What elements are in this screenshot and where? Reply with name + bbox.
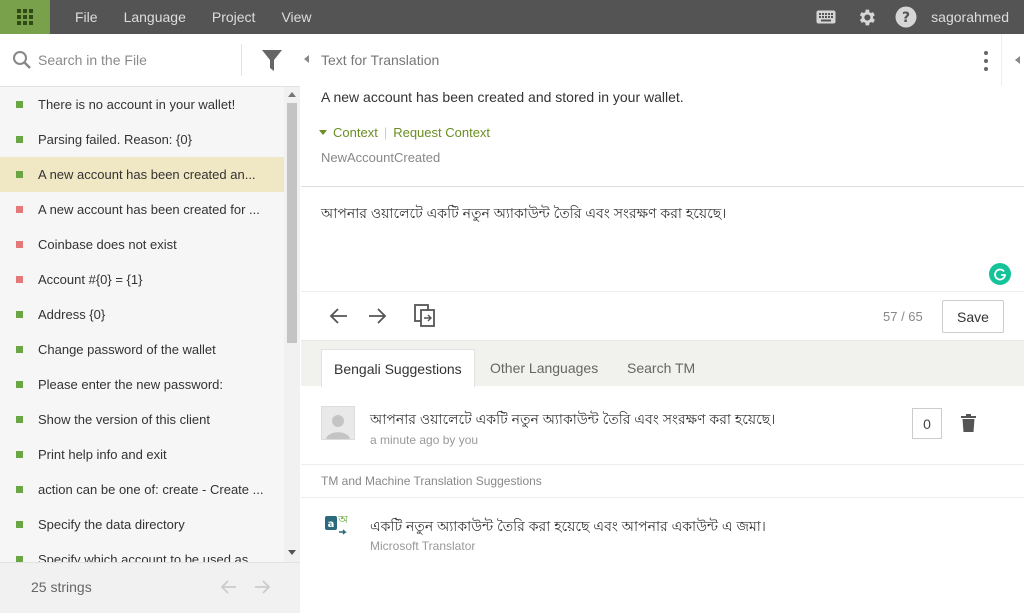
translate-icon: aঅ [325, 512, 351, 541]
editor-toolbar: 57 / 65 Save [301, 292, 1024, 340]
next-string-icon[interactable] [365, 304, 389, 328]
translation-panel: Text for Translation A new account has b… [301, 34, 1024, 613]
status-translated [16, 136, 23, 143]
mt-divider [301, 497, 1024, 498]
help-icon[interactable]: ? [895, 6, 917, 28]
list-item[interactable]: Account #{0} = {1} [0, 262, 284, 297]
list-item[interactable]: Address {0} [0, 297, 284, 332]
collapse-left-icon[interactable] [304, 55, 309, 63]
list-item[interactable]: Specify which account to be used as [0, 542, 284, 562]
editor-header: Text for Translation [301, 34, 1024, 86]
grammarly-icon[interactable] [989, 263, 1011, 285]
translation-text[interactable]: আপনার ওয়ালেটে একটি নতুন অ্যাকাউন্ট তৈরি… [321, 202, 726, 226]
tab-other-languages[interactable]: Other Languages [478, 349, 610, 387]
username[interactable]: sagorahmed [931, 9, 1009, 25]
trash-icon[interactable] [961, 414, 976, 435]
svg-text:a: a [328, 519, 335, 530]
mt-source: Microsoft Translator [370, 539, 476, 553]
status-translated [16, 521, 23, 528]
context-key: NewAccountCreated [321, 150, 441, 165]
menu-language[interactable]: Language [124, 9, 186, 25]
list-item[interactable]: Change password of the wallet [0, 332, 284, 367]
list-item[interactable]: Show the version of this client [0, 402, 284, 437]
save-button[interactable]: Save [942, 300, 1004, 333]
strings-panel: There is no account in your wallet! Pars… [0, 34, 300, 613]
apps-menu-button[interactable] [0, 0, 50, 34]
context-row: Context | Request Context [319, 125, 490, 140]
strings-footer: 25 strings [0, 562, 300, 613]
list-item[interactable]: Parsing failed. Reason: {0} [0, 122, 284, 157]
list-item[interactable]: action can be one of: create - Create ..… [0, 472, 284, 507]
menu-project[interactable]: Project [212, 9, 256, 25]
status-untranslated [16, 241, 23, 248]
status-untranslated [16, 206, 23, 213]
list-item-selected[interactable]: A new account has been created an... [0, 157, 284, 192]
request-context-link[interactable]: Request Context [393, 125, 490, 140]
tab-search-tm[interactable]: Search TM [615, 349, 707, 387]
svg-text:অ: অ [337, 513, 348, 526]
source-text: A new account has been created and store… [321, 89, 684, 105]
suggestion-meta: a minute ago by you [370, 433, 479, 447]
strings-count: 25 strings [31, 579, 92, 595]
suggestion-item: আপনার ওয়ালেটে একটি নতুন অ্যাকাউন্ট তৈরি… [301, 386, 1024, 465]
status-translated [16, 486, 23, 493]
status-translated [16, 416, 23, 423]
list-item[interactable]: Coinbase does not exist [0, 227, 284, 262]
keyboard-icon[interactable] [815, 6, 837, 28]
list-item[interactable]: Please enter the new password: [0, 367, 284, 402]
top-right-actions: ? sagorahmed [797, 0, 1009, 34]
menu-view[interactable]: View [281, 9, 311, 25]
scroll-up-arrow-icon[interactable] [288, 92, 296, 97]
tab-bengali-suggestions[interactable]: Bengali Suggestions [321, 349, 475, 387]
scroll-down-arrow-icon[interactable] [288, 550, 296, 555]
more-options-icon[interactable] [982, 51, 990, 71]
gear-icon[interactable] [855, 6, 877, 28]
translation-editor[interactable]: আপনার ওয়ালেটে একটি নতুন অ্যাকাউন্ট তৈরি… [301, 186, 1024, 292]
context-separator: | [383, 125, 388, 140]
main-menu: File Language Project View [75, 0, 338, 34]
collapse-right-icon[interactable] [1015, 56, 1020, 64]
status-translated [16, 101, 23, 108]
status-translated [16, 451, 23, 458]
list-item[interactable]: A new account has been created for ... [0, 192, 284, 227]
strings-list: There is no account in your wallet! Pars… [0, 87, 284, 562]
header-divider [1001, 34, 1002, 86]
previous-page-icon[interactable] [220, 578, 238, 599]
status-untranslated [16, 276, 23, 283]
scrollbar-thumb[interactable] [287, 103, 297, 343]
mt-heading: TM and Machine Translation Suggestions [321, 474, 542, 488]
editor-title: Text for Translation [321, 52, 440, 68]
string-progress: 57 / 65 [883, 309, 923, 324]
previous-string-icon[interactable] [327, 304, 351, 328]
caret-down-icon[interactable] [319, 130, 327, 135]
svg-text:?: ? [902, 10, 910, 26]
vote-count[interactable]: 0 [912, 408, 942, 439]
suggestion-text[interactable]: আপনার ওয়ালেটে একটি নতুন অ্যাকাউন্ট তৈরি… [370, 408, 775, 432]
search-bar [0, 34, 300, 87]
status-translated [16, 311, 23, 318]
suggestion-tabs: Bengali Suggestions Other Languages Sear… [301, 340, 1024, 387]
list-item[interactable]: Print help info and exit [0, 437, 284, 472]
search-divider [241, 44, 242, 76]
grid-icon [17, 9, 33, 25]
menu-file[interactable]: File [75, 9, 98, 25]
list-item[interactable]: Specify the data directory [0, 507, 284, 542]
copy-source-icon[interactable] [413, 304, 437, 328]
top-bar: File Language Project View ? sagorahmed [0, 0, 1024, 34]
next-page-icon[interactable] [253, 578, 271, 599]
avatar [321, 406, 355, 440]
status-translated [16, 381, 23, 388]
search-icon [12, 50, 32, 73]
search-input[interactable] [38, 48, 233, 72]
filter-icon[interactable] [262, 50, 282, 75]
status-translated [16, 171, 23, 178]
list-item[interactable]: There is no account in your wallet! [0, 87, 284, 122]
context-toggle[interactable]: Context [333, 125, 378, 140]
mt-suggestion-text[interactable]: একটি নতুন অ্যাকাউন্ট তৈরি করা হয়েছে এবং… [370, 515, 766, 539]
status-translated [16, 346, 23, 353]
